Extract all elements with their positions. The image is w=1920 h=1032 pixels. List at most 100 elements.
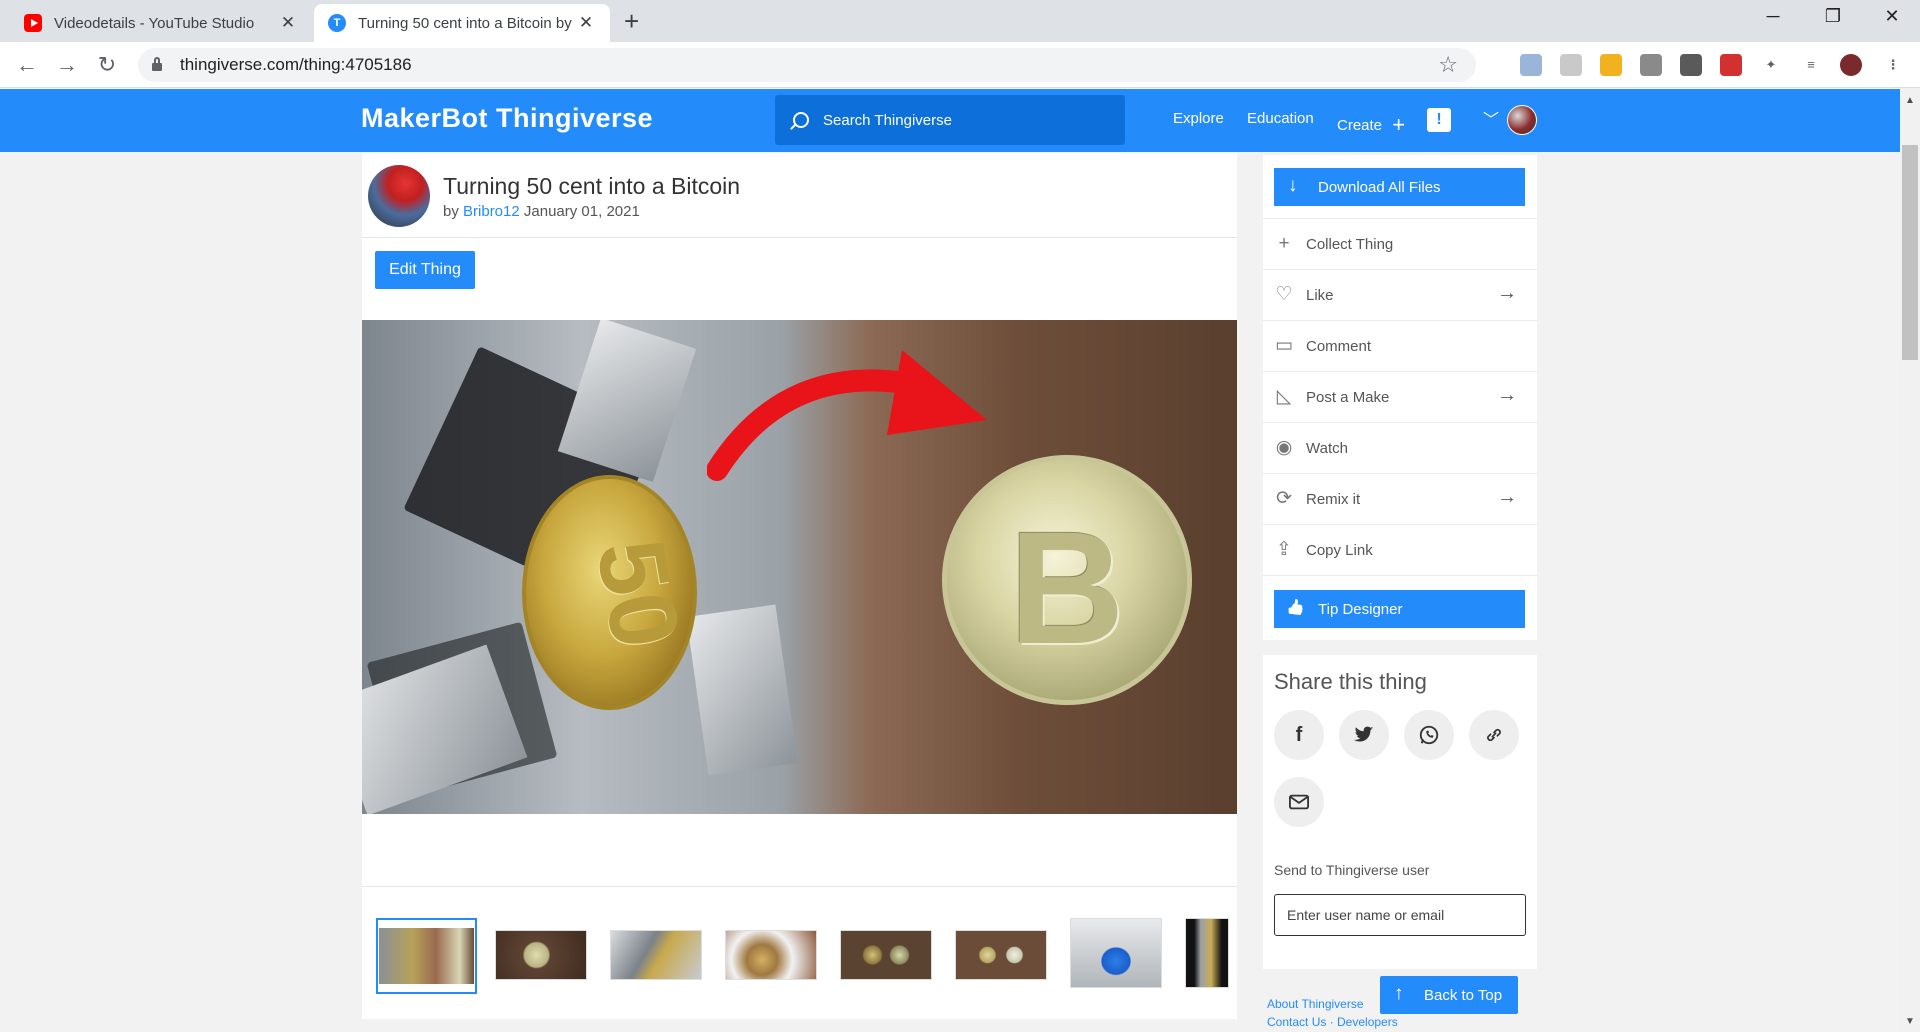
lock-icon (152, 57, 162, 71)
url-field[interactable]: thingiverse.com/thing:4705186 ☆ (138, 48, 1476, 82)
arrow-right-icon[interactable]: → (1497, 282, 1517, 305)
copy-link-action[interactable]: ⇪ Copy Link (1263, 524, 1537, 575)
extension-icon[interactable] (1600, 54, 1622, 76)
thumbnail-7[interactable] (1070, 918, 1162, 988)
thingiverse-icon: T (328, 14, 346, 32)
minimize-icon[interactable]: ─ (1743, 6, 1803, 27)
send-to-user-label: Send to Thingiverse user (1274, 862, 1430, 878)
main-thing-image[interactable]: 50 B (362, 320, 1237, 814)
nav-education[interactable]: Education (1247, 110, 1314, 127)
thumbnail-8[interactable] (1185, 918, 1229, 988)
divider (1263, 575, 1537, 576)
footer-links: About Thingiverse Contact Us · Developer… (1267, 995, 1398, 1031)
restore-icon[interactable]: ❐ (1803, 6, 1863, 27)
nav-create-label: Create (1337, 117, 1383, 134)
chevron-down-icon[interactable]: ﹀ (1483, 106, 1499, 130)
plus-icon: + (1392, 112, 1406, 137)
back-to-top-button[interactable]: Back to Top (1380, 976, 1518, 1014)
new-tab-button[interactable]: + (624, 6, 639, 37)
remix-action[interactable]: ⟳ Remix it → (1263, 473, 1537, 524)
send-to-user-input[interactable] (1274, 894, 1526, 936)
action-label: Copy Link (1306, 541, 1373, 559)
thing-title: Turning 50 cent into a Bitcoin (443, 173, 741, 199)
heart-icon: ♡ (1275, 284, 1293, 305)
bookmark-star-icon[interactable]: ☆ (1438, 52, 1458, 78)
extension-icon[interactable] (1640, 54, 1662, 76)
search-placeholder: Search Thingiverse (823, 111, 952, 129)
scrollbar-thumb[interactable] (1902, 145, 1918, 360)
thumbnail-6[interactable] (955, 930, 1047, 980)
author-avatar[interactable] (368, 165, 430, 227)
extension-icon[interactable] (1560, 54, 1582, 76)
download-all-files-button[interactable]: Download All Files (1274, 168, 1525, 206)
url-text: thingiverse.com/thing:4705186 (180, 55, 412, 74)
youtube-icon (24, 14, 42, 32)
notification-icon[interactable]: ! (1427, 108, 1451, 132)
menu-icon[interactable]: ⋮ (1882, 54, 1904, 76)
facebook-icon[interactable]: f (1274, 710, 1324, 760)
action-label: Watch (1306, 439, 1348, 457)
extension-icon[interactable] (1720, 54, 1742, 76)
scroll-down-icon[interactable]: ▼ (1905, 1016, 1915, 1027)
thumbnail-5[interactable] (840, 930, 932, 980)
media-queue-icon[interactable]: ≡ (1800, 54, 1822, 76)
make-icon: ◺ (1276, 386, 1292, 407)
chuck-jaw-shape (686, 604, 798, 776)
scroll-up-icon[interactable]: ▲ (1905, 95, 1915, 106)
action-label: Comment (1306, 337, 1372, 355)
collect-thing-action[interactable]: + Collect Thing (1263, 218, 1537, 269)
close-icon[interactable]: ✕ (576, 13, 596, 33)
search-input[interactable]: Search Thingiverse (775, 95, 1125, 145)
comment-action[interactable]: ▭ Comment (1263, 320, 1537, 371)
edit-thing-button[interactable]: Edit Thing (375, 251, 475, 289)
contact-developers-links[interactable]: Contact Us · Developers (1267, 1013, 1398, 1031)
action-label: Remix it (1306, 490, 1361, 508)
site-logo[interactable]: MakerBot Thingiverse (361, 103, 653, 134)
arrow-right-icon[interactable]: → (1497, 384, 1517, 407)
nav-create[interactable]: Create + (1337, 110, 1406, 137)
user-avatar[interactable] (1507, 105, 1537, 135)
reload-icon[interactable]: ↻ (92, 50, 122, 80)
tab-title: Videodetails - YouTube Studio (54, 14, 255, 32)
whatsapp-icon[interactable] (1404, 710, 1454, 760)
about-link[interactable]: About Thingiverse (1267, 995, 1398, 1013)
profile-avatar[interactable] (1840, 54, 1862, 76)
close-icon[interactable]: ✕ (278, 13, 298, 33)
extension-icon[interactable] (1520, 54, 1542, 76)
browser-tabbar: Videodetails - YouTube Studio ✕ T Turnin… (0, 0, 1920, 42)
remix-icon: ⟳ (1276, 488, 1292, 509)
extension-icon[interactable] (1680, 54, 1702, 76)
twitter-icon[interactable] (1339, 710, 1389, 760)
by-label: by (443, 203, 459, 220)
tab-thingiverse[interactable]: T Turning 50 cent into a Bitcoin by ✕ (314, 4, 610, 42)
arrow-right-icon[interactable]: → (1497, 486, 1517, 509)
like-action[interactable]: ♡ Like → (1263, 269, 1537, 320)
site-header: MakerBot Thingiverse Search Thingiverse … (0, 89, 1900, 152)
post-a-make-action[interactable]: ◺ Post a Make → (1263, 371, 1537, 422)
nav-explore[interactable]: Explore (1173, 110, 1224, 127)
tab-youtube-studio[interactable]: Videodetails - YouTube Studio ✕ (10, 4, 312, 42)
email-icon[interactable] (1274, 777, 1324, 827)
thumbnail-3[interactable] (610, 930, 702, 980)
forward-icon[interactable]: → (52, 50, 82, 80)
action-label: Like (1306, 286, 1334, 304)
thumbnail-1[interactable] (376, 918, 477, 994)
share-title: Share this thing (1274, 669, 1427, 694)
window-close-icon[interactable]: ✕ (1862, 6, 1920, 27)
thing-actions-panel: Download All Files + Collect Thing ♡ Lik… (1263, 155, 1537, 640)
link-icon[interactable] (1469, 710, 1519, 760)
thumbnail-2[interactable] (495, 930, 587, 980)
watch-action[interactable]: ◉ Watch (1263, 422, 1537, 473)
chuck-jaw-shape (557, 320, 697, 483)
red-arrow-icon (707, 350, 987, 481)
thumbnail-4[interactable] (725, 930, 817, 980)
eye-icon: ◉ (1275, 437, 1293, 458)
tip-designer-button[interactable]: Tip Designer (1274, 590, 1525, 628)
puzzle-icon[interactable]: ✦ (1760, 54, 1782, 76)
share-icon: ⇪ (1276, 539, 1292, 560)
back-icon[interactable]: ← (12, 50, 42, 80)
author-link[interactable]: Bribro12 (463, 203, 520, 220)
search-icon (793, 112, 809, 128)
tab-title: Turning 50 cent into a Bitcoin by (358, 14, 572, 32)
action-label: Collect Thing (1306, 235, 1394, 253)
